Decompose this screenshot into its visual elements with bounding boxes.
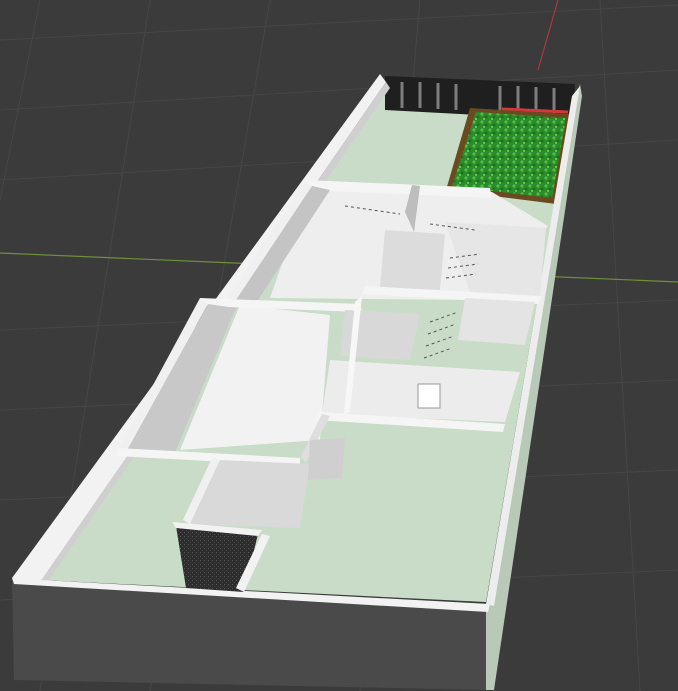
3d-viewport[interactable]	[0, 0, 678, 691]
y-axis-line	[537, 0, 559, 71]
front-column	[308, 438, 345, 480]
partition-wall-1	[380, 230, 445, 290]
building-model[interactable]	[12, 74, 582, 690]
bathroom-fixture[interactable]	[417, 383, 441, 409]
center-right-room	[458, 298, 535, 345]
